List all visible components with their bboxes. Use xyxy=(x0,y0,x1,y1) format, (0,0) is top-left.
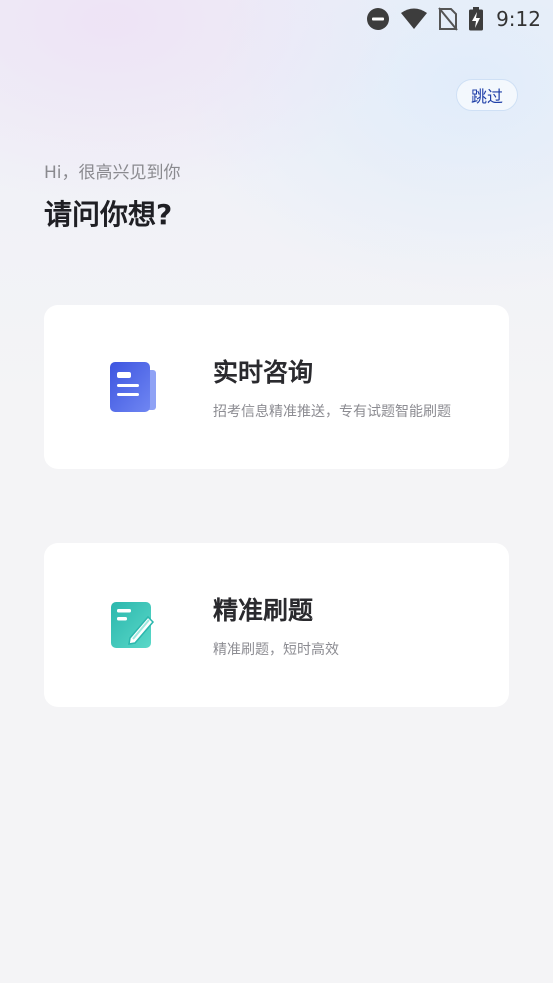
battery-charging-icon xyxy=(468,7,484,31)
option-description: 精准刷题，短时高效 xyxy=(213,642,339,658)
option-description: 招考信息精准推送，专有试题智能刷题 xyxy=(213,404,451,420)
do-not-disturb-icon xyxy=(366,7,390,31)
greeting-text: Hi，很高兴见到你 xyxy=(44,163,181,183)
option-title: 实时咨询 xyxy=(213,358,314,387)
wifi-icon xyxy=(400,8,428,30)
status-bar: 9:12 xyxy=(0,0,553,38)
status-time: 9:12 xyxy=(496,7,541,31)
skip-button[interactable]: 跳过 xyxy=(456,79,518,111)
news-document-icon xyxy=(108,360,158,414)
option-card-precise-practice[interactable]: 精准刷题 精准刷题，短时高效 xyxy=(44,543,509,707)
option-card-realtime-consult[interactable]: 实时咨询 招考信息精准推送，专有试题智能刷题 xyxy=(44,305,509,469)
no-sim-icon xyxy=(438,7,458,31)
option-title: 精准刷题 xyxy=(213,596,314,625)
edit-notebook-icon xyxy=(108,598,158,652)
question-title: 请问你想? xyxy=(44,198,173,231)
